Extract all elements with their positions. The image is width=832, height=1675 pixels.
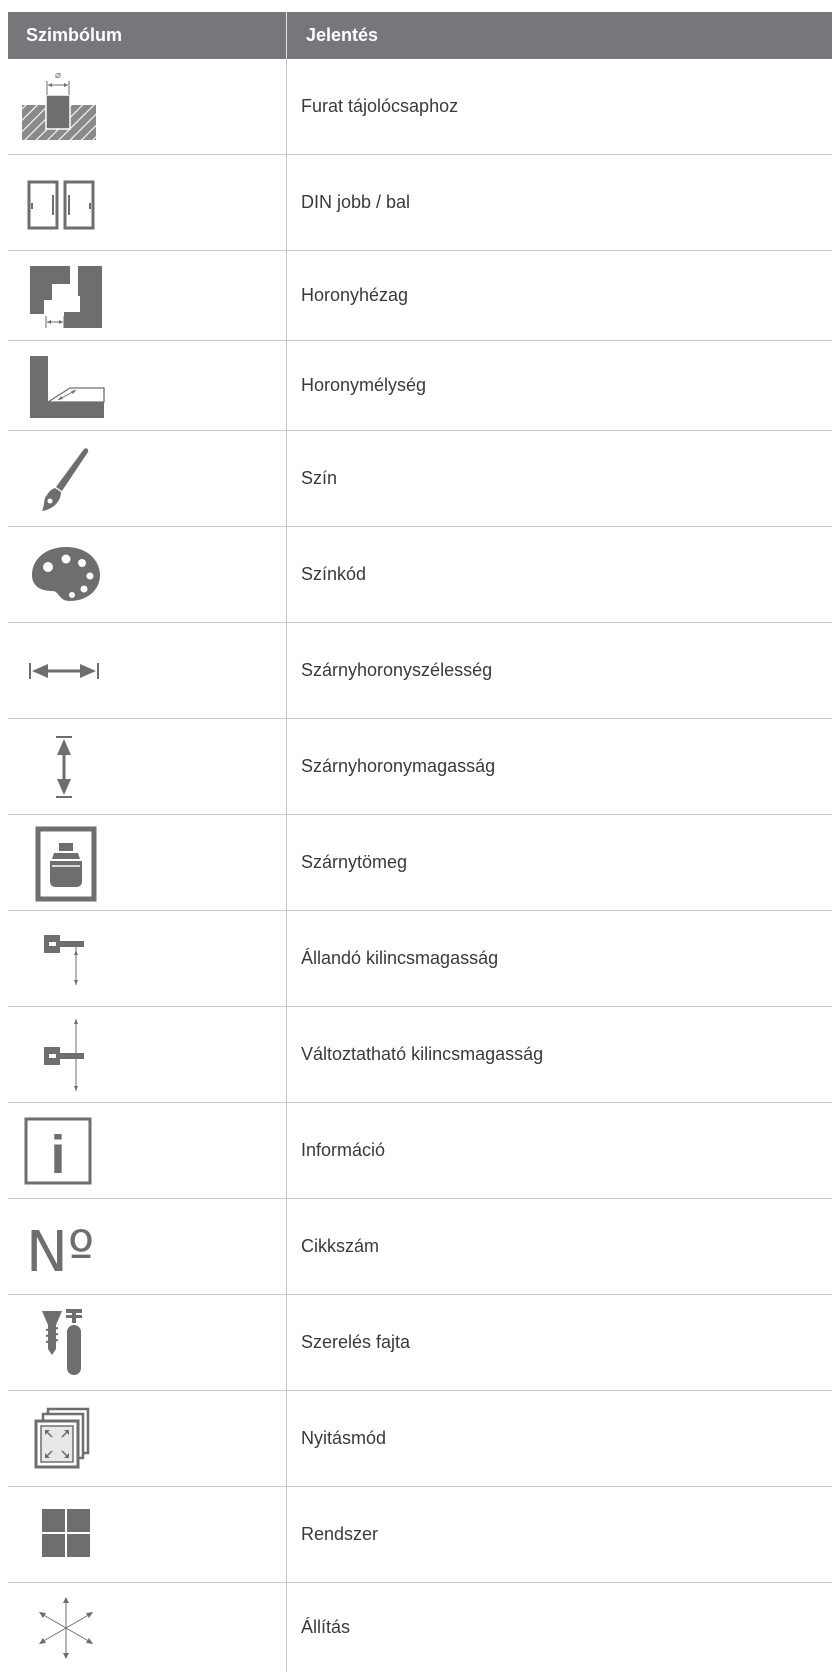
table-row: Szárnytömeg (8, 815, 832, 911)
horizontal-width-icon (29, 662, 99, 679)
table-row: ⌀ Furat tájolócsaphoz (8, 59, 832, 155)
row-label: DIN jobb / bal (301, 192, 411, 212)
table-row: Állandó kilincsmagasság (8, 911, 832, 1007)
info-icon: i (24, 1117, 92, 1185)
table-row: Szárnyhoronymagasság (8, 719, 832, 815)
row-label: Színkód (301, 564, 367, 584)
row-label: Furat tájolócsaphoz (301, 96, 459, 116)
adjustment-arrows-icon (39, 1596, 93, 1659)
row-label: Horonyhézag (301, 285, 409, 305)
row-label: Szárnytömeg (301, 852, 408, 872)
drill-hole-icon: ⌀ (22, 70, 96, 140)
table-row: Nyitásmód (8, 1391, 832, 1487)
screw-mounting-icon (42, 1308, 82, 1375)
vertical-height-icon (56, 735, 72, 798)
row-label: Szerelés fajta (301, 1332, 411, 1352)
adjustable-handle-height-icon (44, 1018, 84, 1091)
table-row: Szerelés fajta (8, 1295, 832, 1391)
row-label: Változtatható kilincsmagasság (301, 1044, 544, 1064)
row-label: Rendszer (301, 1524, 379, 1544)
numero-icon: Nº (26, 1220, 94, 1283)
table-row: DIN jobb / bal (8, 155, 832, 251)
fixed-handle-height-icon (44, 934, 84, 985)
svg-text:Nº: Nº (26, 1220, 94, 1283)
table-row: i Információ (8, 1103, 832, 1199)
table-row: Rendszer (8, 1487, 832, 1583)
table-row: Színkód (8, 527, 832, 623)
table-header: Szimbólum Jelentés (8, 12, 832, 59)
symbol-table: Szimbólum Jelentés ⌀ Furat tájolócsaphoz… (8, 12, 832, 1672)
table-row: Szárnyhoronyszélesség (8, 623, 832, 719)
header-meaning: Jelentés (306, 25, 379, 45)
table-row: Szín (8, 431, 832, 527)
row-label: Állítás (301, 1617, 351, 1637)
groove-depth-icon (30, 355, 105, 418)
row-label: Cikkszám (301, 1236, 380, 1256)
svg-text:i: i (50, 1125, 65, 1185)
opening-mode-icon (34, 1407, 90, 1468)
header-symbol: Szimbólum (8, 12, 287, 59)
row-label: Szárnyhoronymagasság (301, 756, 496, 776)
groove-gap-icon (30, 265, 102, 328)
table-row: Nº Cikkszám (8, 1199, 832, 1295)
weight-icon (35, 826, 97, 901)
row-label: Szárnyhoronyszélesség (301, 660, 493, 680)
din-left-right-icon (27, 180, 95, 229)
system-grid-icon (42, 1508, 90, 1557)
table-row: Horonymélység (8, 341, 832, 431)
row-label: Állandó kilincsmagasság (301, 948, 499, 968)
paintbrush-icon (42, 447, 89, 511)
table-row: Horonyhézag (8, 251, 832, 341)
palette-icon (32, 546, 100, 601)
row-label: Szín (301, 468, 338, 488)
row-label: Horonymélység (301, 375, 427, 395)
table-row: Változtatható kilincsmagasság (8, 1007, 832, 1103)
svg-text:⌀: ⌀ (55, 70, 61, 81)
table-row: Állítás (8, 1583, 832, 1672)
row-label: Nyitásmód (301, 1428, 387, 1448)
row-label: Információ (301, 1140, 386, 1160)
